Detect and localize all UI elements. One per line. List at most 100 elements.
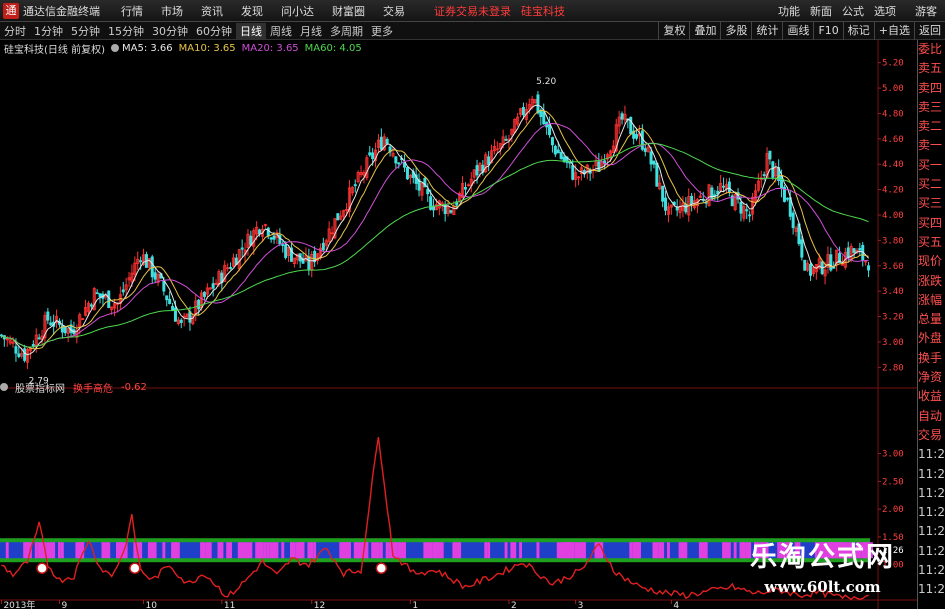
- candle-body: [684, 203, 688, 213]
- signal-band-segment: [385, 542, 389, 559]
- period-tab-60min[interactable]: 60分钟: [192, 23, 236, 39]
- tool-multi-stock-button[interactable]: 多股: [720, 22, 751, 40]
- indicator-value: -0.62: [121, 381, 147, 393]
- price-tick-label: 4.20: [882, 186, 904, 196]
- guest-label[interactable]: 游客: [915, 3, 937, 19]
- candle-body: [429, 196, 433, 210]
- period-tab-30min[interactable]: 30分钟: [148, 23, 192, 39]
- tool-adjust-button[interactable]: 复权: [658, 22, 689, 40]
- menu-function[interactable]: 功能: [778, 3, 800, 19]
- candle-body: [371, 152, 375, 160]
- time-tick-label: 2013年: [3, 599, 35, 609]
- tool-stats-button[interactable]: 统计: [751, 22, 782, 40]
- period-tab-daily[interactable]: 日线: [236, 22, 266, 39]
- watermark-url: www.60lt.com: [764, 578, 881, 596]
- signal-band-segment: [582, 542, 586, 559]
- candle-body: [762, 174, 766, 177]
- login-warning[interactable]: 证券交易未登录: [434, 3, 511, 19]
- side-item: 外盘: [918, 331, 943, 346]
- candle-body: [23, 348, 27, 361]
- menu-formula[interactable]: 公式: [842, 3, 864, 19]
- candle-body: [449, 210, 453, 213]
- kline-chart[interactable]: 2.80 3.00 3.20 3.40 3.60 3.80 4.00 4.20 4.40 4.60…: [0, 40, 917, 609]
- time-tick-label: 1: [412, 601, 418, 609]
- signal-band-segment: [379, 542, 383, 559]
- menu-quotes[interactable]: 行情: [121, 3, 143, 19]
- osc-tick-label: 2.00: [882, 505, 904, 515]
- time-tick-label: 3: [578, 601, 584, 609]
- ma60-value: MA60: 4.05: [304, 42, 362, 54]
- menu-options[interactable]: 选项: [874, 3, 896, 19]
- ma60-line: [1, 143, 869, 348]
- menu-trade[interactable]: 交易: [383, 3, 405, 19]
- menu-market[interactable]: 市场: [161, 3, 183, 19]
- signal-band-segment: [313, 542, 317, 559]
- side-time: 11:29: [918, 582, 945, 597]
- candle-body: [571, 165, 575, 180]
- menu-discover[interactable]: 发现: [241, 3, 263, 19]
- menu-wealth[interactable]: 财富圈: [332, 3, 365, 19]
- price-tick-label: 3.80: [882, 236, 904, 246]
- signal-band-segment: [46, 542, 56, 559]
- candle-body: [397, 162, 401, 165]
- signal-band-segment: [652, 542, 659, 559]
- tool-overlay-button[interactable]: 叠加: [689, 22, 720, 40]
- period-tab-5min[interactable]: 5分钟: [67, 23, 104, 39]
- candle-body: [284, 244, 288, 258]
- signal-band-segment: [536, 542, 540, 559]
- period-tab-weekly[interactable]: 周线: [266, 23, 296, 39]
- candle-body: [727, 181, 731, 193]
- candle-body: [385, 138, 389, 144]
- signal-band-segment: [34, 542, 38, 559]
- signal-band-segment: [568, 542, 575, 559]
- tool-draw-button[interactable]: 画线: [782, 22, 813, 40]
- period-tab-more[interactable]: 更多: [367, 23, 397, 39]
- quote-side-panel[interactable]: 委比 卖五 卖四 卖三 卖二 卖一 买一 买二 买三 买四 买五 现价 涨跌 涨…: [917, 40, 945, 609]
- signal-band-segment: [452, 542, 462, 559]
- candle-body: [791, 212, 795, 229]
- menu-ask[interactable]: 问小达: [281, 3, 314, 19]
- menu-new-page[interactable]: 新面: [810, 3, 832, 19]
- ma-legend: 硅宝科技(日线 前复权) MA5: 3.66 MA10: 3.65 MA20: …: [0, 40, 362, 56]
- candle-body: [379, 136, 383, 150]
- tool-f10-button[interactable]: F10: [813, 22, 842, 40]
- candle-body: [800, 239, 804, 258]
- tool-back-button[interactable]: 返回: [914, 22, 945, 40]
- candle-body: [98, 293, 102, 298]
- candle-body: [307, 256, 311, 270]
- candle-body: [722, 185, 726, 188]
- candle-body: [179, 319, 183, 323]
- candle-body: [664, 197, 668, 211]
- signal-band-segment: [220, 542, 224, 559]
- signal-band-segment: [397, 542, 406, 559]
- period-tab-15min[interactable]: 15分钟: [104, 23, 148, 39]
- indicator-settings-dot-icon[interactable]: [0, 383, 8, 391]
- signal-marker-icon: [375, 562, 388, 574]
- candle-body: [229, 267, 233, 269]
- side-item: 现价: [918, 254, 943, 269]
- side-item: 收益: [918, 389, 943, 404]
- indicator-legend: 股票指标网 换手高危 -0.62: [0, 380, 147, 395]
- candle-body: [37, 337, 41, 340]
- period-tab-multi[interactable]: 多周期: [326, 23, 367, 39]
- period-tab-1min[interactable]: 1分钟: [30, 23, 67, 39]
- candle-body: [202, 291, 206, 297]
- signal-band-segment: [162, 542, 166, 559]
- tool-watchlist-button[interactable]: +自选: [873, 22, 914, 40]
- app-title: 通达信金融终端: [23, 4, 100, 18]
- settings-dot-icon[interactable]: [110, 44, 119, 52]
- period-tab-monthly[interactable]: 月线: [296, 23, 326, 39]
- tool-mark-button[interactable]: 标记: [842, 22, 874, 40]
- candle-body: [272, 235, 276, 240]
- signal-band-segment: [266, 542, 270, 559]
- candle-body: [269, 237, 273, 240]
- menu-news[interactable]: 资讯: [201, 3, 223, 19]
- candle-body: [739, 201, 743, 214]
- side-time: 11:29: [918, 505, 945, 520]
- candle-body: [394, 156, 398, 164]
- ma10-line: [1, 109, 869, 350]
- period-tab-intraday[interactable]: 分时: [0, 23, 30, 39]
- ma10-value: MA10: 3.65: [178, 42, 236, 54]
- side-item: 卖三: [918, 99, 943, 114]
- indicator-sub: 换手高危: [73, 383, 113, 395]
